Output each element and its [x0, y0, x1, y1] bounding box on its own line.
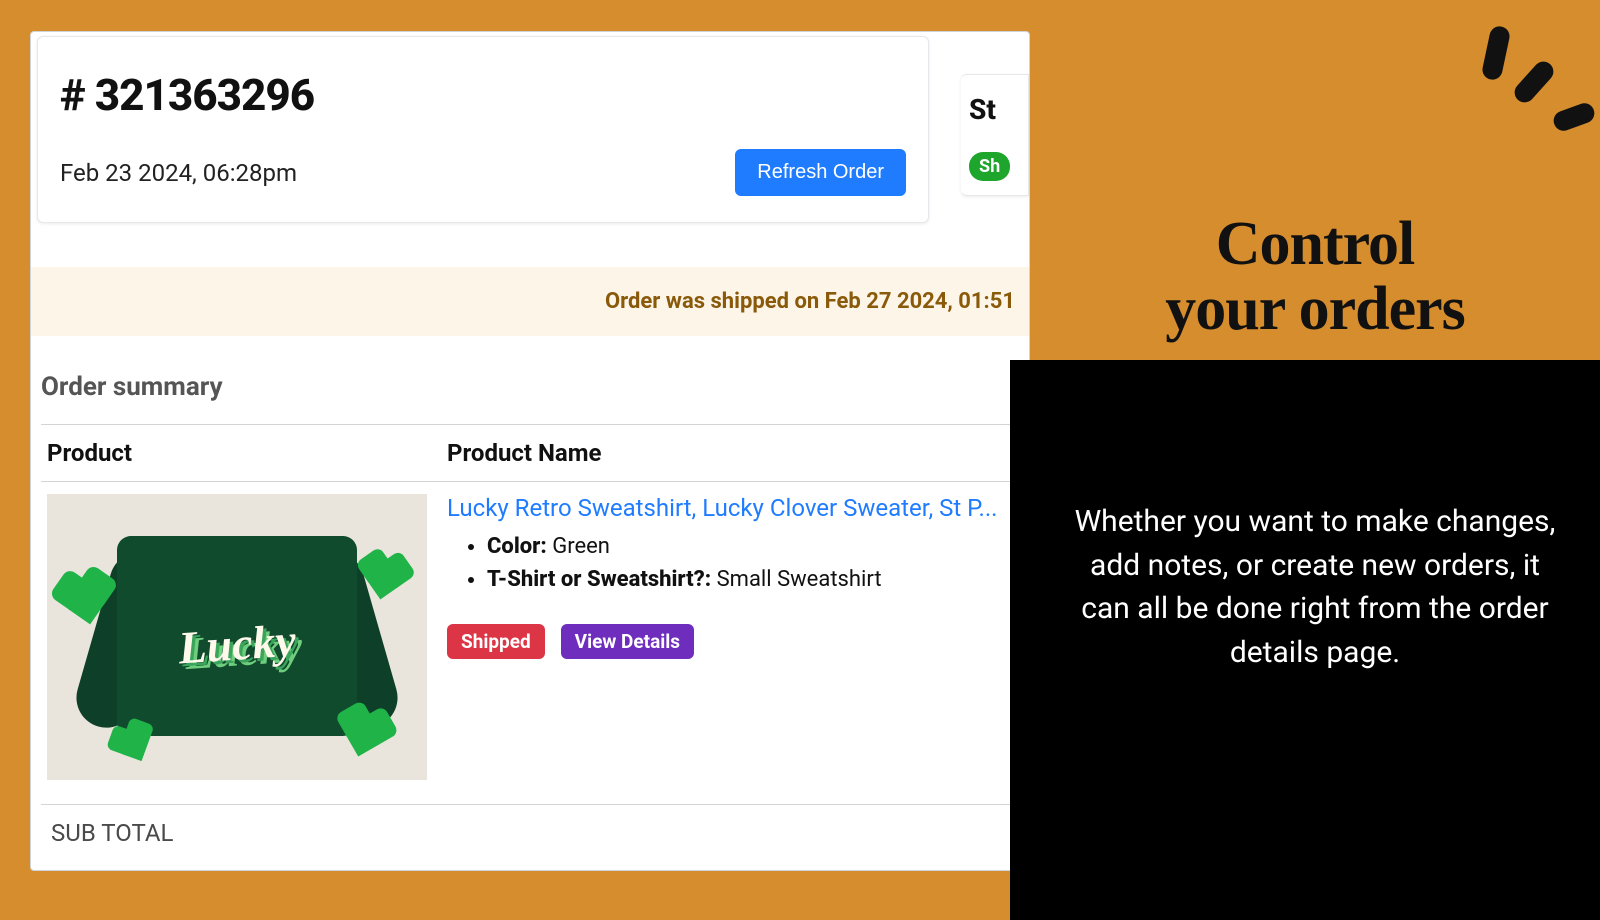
order-date: Feb 23 2024, 06:28pm — [60, 159, 297, 187]
subtotal-label: SUB TOTAL — [41, 805, 1019, 847]
order-header-card: # 321363296 Feb 23 2024, 06:28pm Refresh… — [37, 36, 929, 223]
refresh-order-button[interactable]: Refresh Order — [735, 149, 906, 196]
product-option-color: Color: Green — [487, 530, 1013, 563]
view-details-button[interactable]: View Details — [561, 624, 694, 659]
status-title: St — [969, 93, 1028, 126]
marketing-subtext: Whether you want to make changes, add no… — [1030, 500, 1600, 674]
marketing-panel: Control your orders Whether you want to … — [1030, 0, 1600, 900]
order-number: # 321363296 — [60, 69, 906, 121]
app-window: # 321363296 Feb 23 2024, 06:28pm Refresh… — [30, 31, 1030, 871]
product-image-text: Lucky — [177, 613, 298, 674]
col-product: Product — [41, 425, 441, 482]
shipped-pill: Shipped — [447, 624, 545, 659]
product-option-type: T-Shirt or Sweatshirt?: Small Sweatshirt — [487, 563, 1013, 596]
order-summary: Order summary Product Product Name Lucky — [31, 336, 1029, 847]
marketing-headline: Control your orders — [1030, 212, 1600, 342]
status-badge: Sh — [969, 152, 1010, 181]
product-name-link[interactable]: Lucky Retro Sweatshirt, Lucky Clover Swe… — [447, 494, 998, 522]
product-image: Lucky — [47, 494, 427, 780]
table-row: Lucky Lucky Retro Sweatshirt, Lucky Clov… — [41, 482, 1019, 805]
order-summary-heading: Order summary — [41, 372, 1019, 402]
col-product-name: Product Name — [441, 425, 1019, 482]
order-items-table: Product Product Name Lucky — [41, 424, 1019, 805]
shipped-banner: Order was shipped on Feb 27 2024, 01:51 — [31, 267, 1029, 336]
status-card: St Sh — [961, 74, 1029, 196]
